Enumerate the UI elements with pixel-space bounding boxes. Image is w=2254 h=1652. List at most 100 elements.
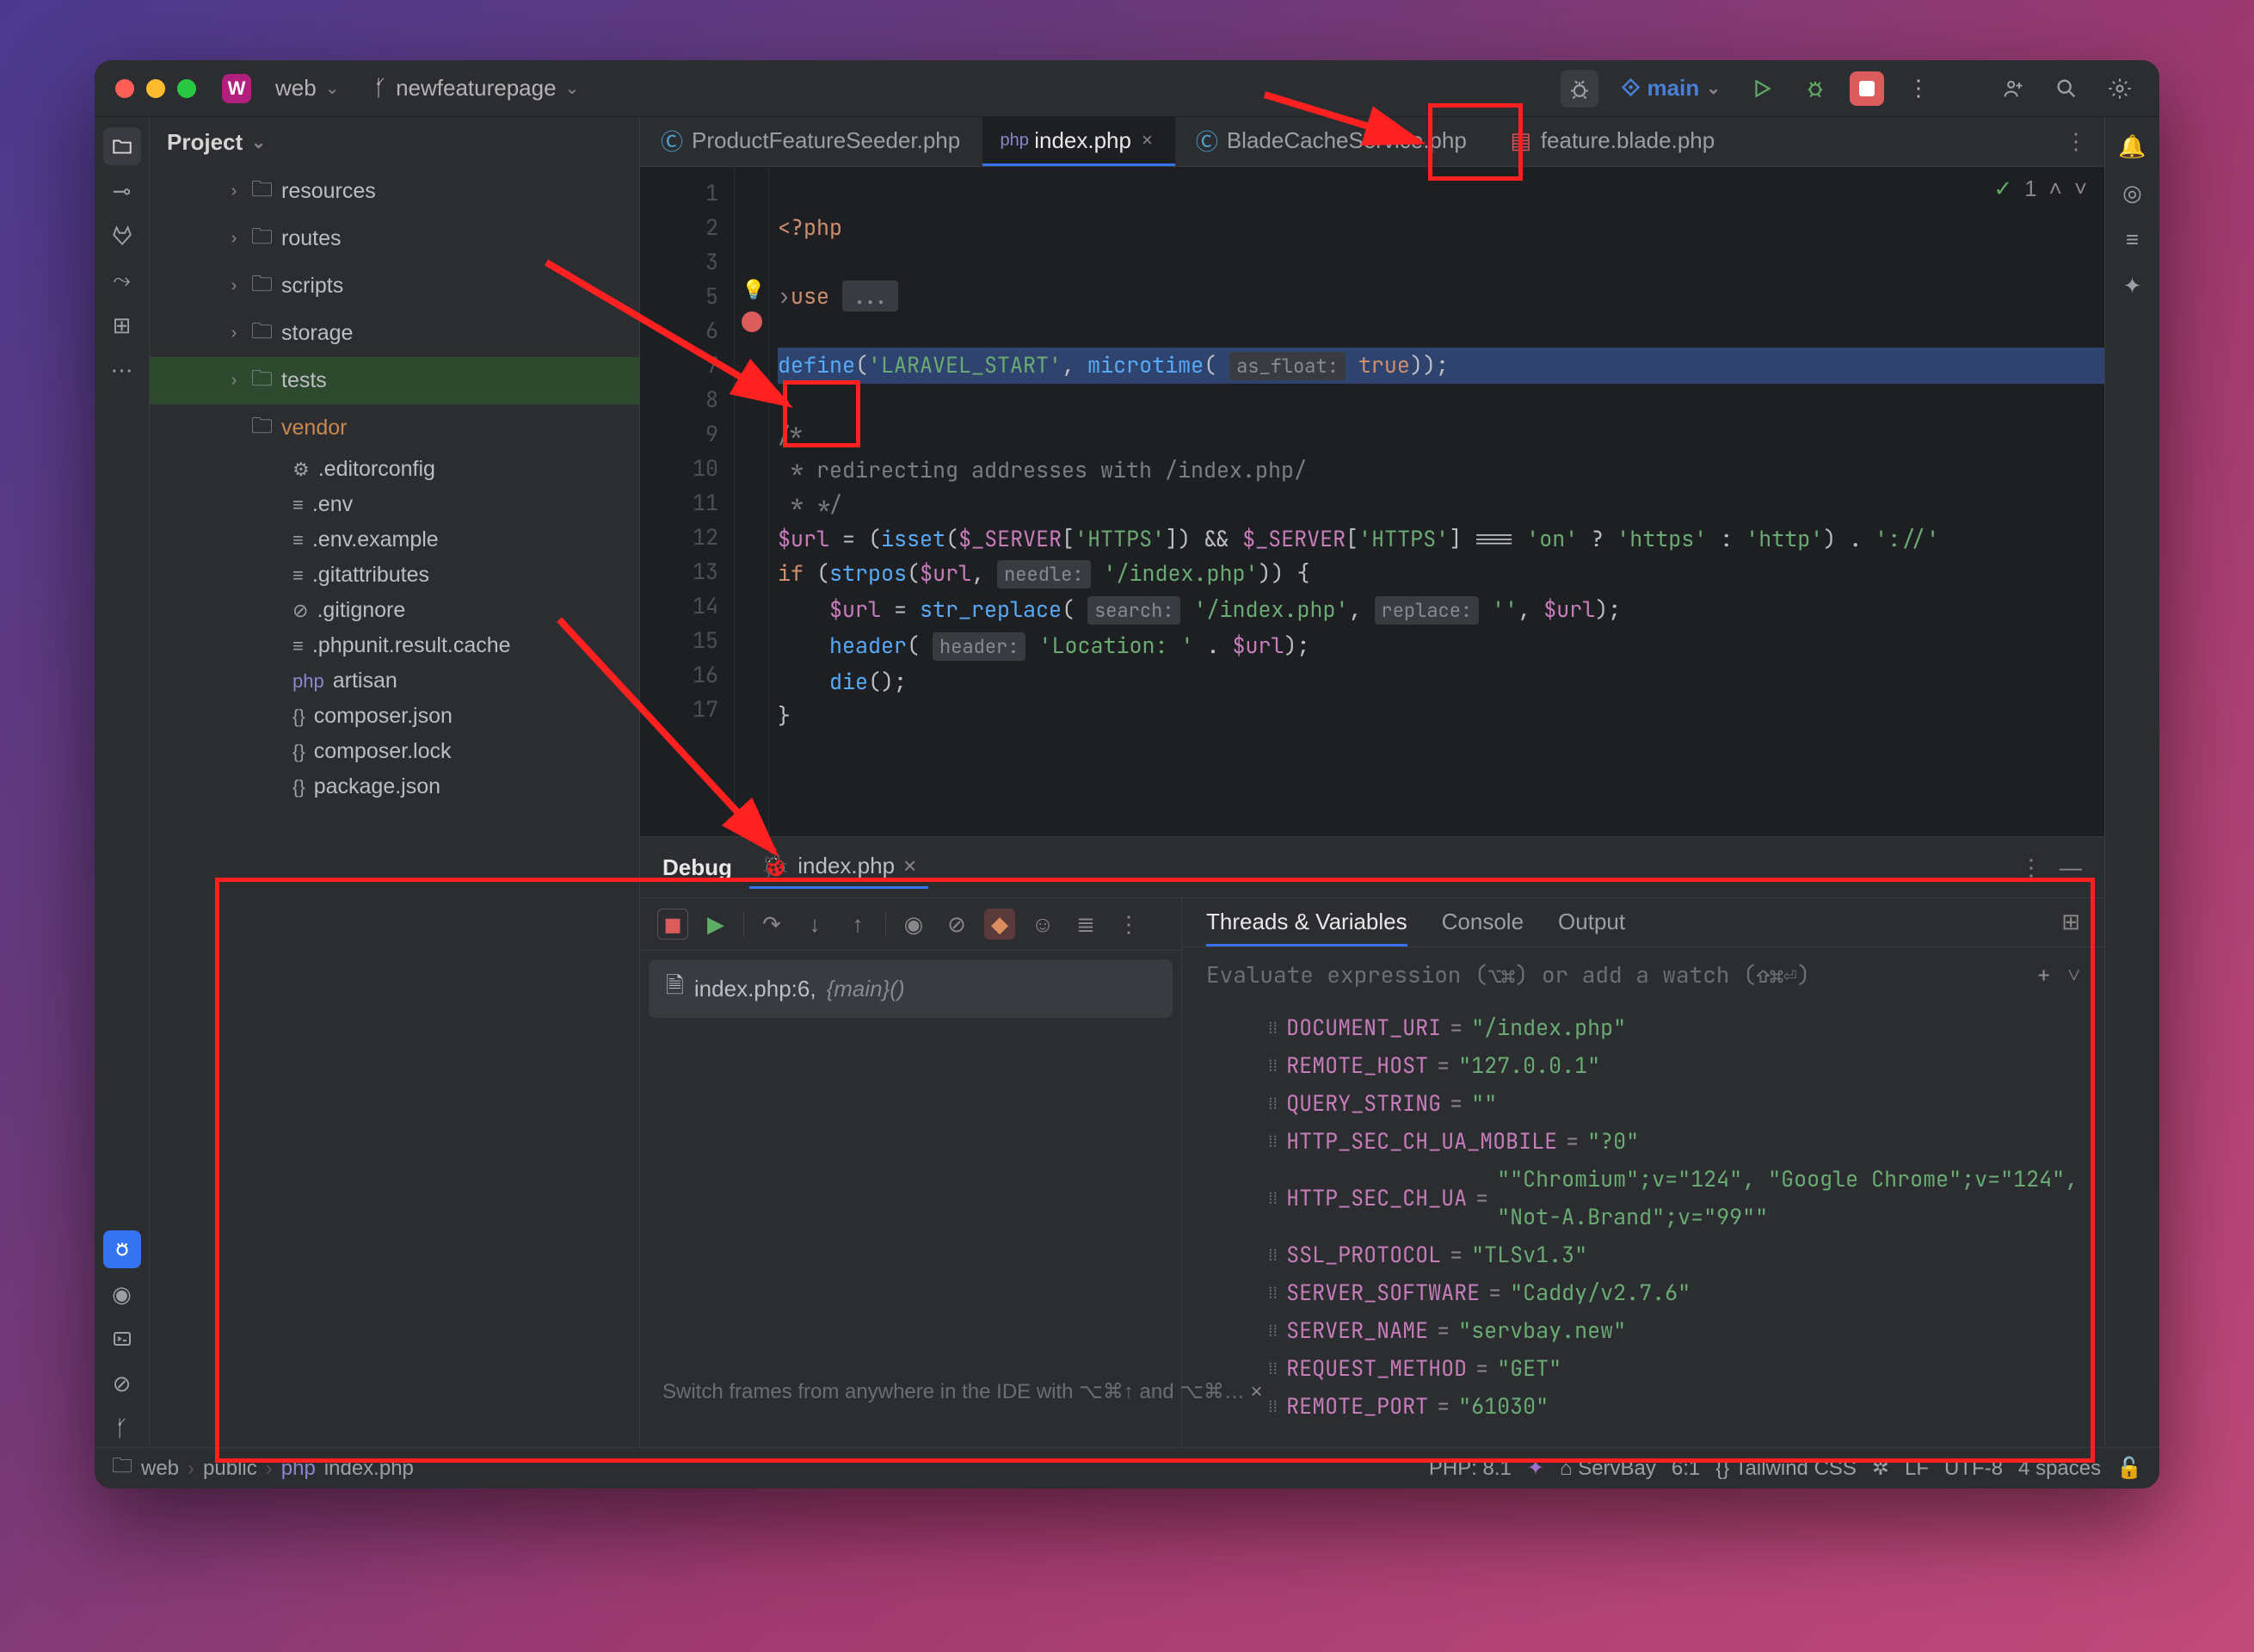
indent[interactable]: 4 spaces bbox=[2018, 1457, 2101, 1481]
add-watch-icon[interactable]: + bbox=[2037, 959, 2051, 989]
evaluate-expression-input[interactable]: Evaluate expression (⌥⌘) or add a watch … bbox=[1182, 947, 2104, 1002]
terminal-tool-icon[interactable] bbox=[103, 1320, 141, 1358]
variable-row[interactable]: ⁞⁞ DOCUMENT_URI = "/index.php" bbox=[1268, 1008, 2080, 1046]
tree-item[interactable]: ›🗀tests bbox=[150, 357, 639, 404]
project-badge[interactable]: W bbox=[222, 74, 251, 103]
debug-session-tab[interactable]: 🐞 index.php × bbox=[749, 846, 928, 889]
tree-item[interactable]: {}composer.lock bbox=[150, 734, 639, 769]
tree-item[interactable]: {}composer.json bbox=[150, 699, 639, 734]
debug-button[interactable] bbox=[1796, 70, 1834, 108]
settings-icon[interactable] bbox=[2101, 70, 2139, 108]
debug-tool-icon[interactable] bbox=[103, 1230, 141, 1268]
line-gutter[interactable]: 123567891011121314151617 bbox=[640, 167, 735, 836]
vcs-tool-icon[interactable]: ᚶ bbox=[103, 1409, 141, 1447]
view-breakpoints-icon[interactable]: ◉ bbox=[898, 909, 929, 940]
more-tools-icon[interactable]: ⋯ bbox=[103, 351, 141, 389]
tree-item[interactable]: ≡.gitattributes bbox=[150, 558, 639, 593]
commit-tool-icon[interactable]: ⊸ bbox=[103, 172, 141, 210]
editor-inspection-widget[interactable]: ✓1 ˄ ˅ bbox=[1993, 176, 2087, 202]
intention-bulb-icon[interactable]: 💡 bbox=[742, 279, 765, 301]
project-sidebar-header[interactable]: Project ⌄ bbox=[150, 117, 639, 168]
tree-item[interactable]: ›🗀routes bbox=[150, 215, 639, 262]
gitlab-tool-icon[interactable] bbox=[103, 217, 141, 255]
problems-tool-icon[interactable]: ⊘ bbox=[103, 1365, 141, 1402]
variable-row[interactable]: ⁞⁞ SERVER_SOFTWARE = "Caddy/v2.7.6" bbox=[1268, 1273, 2080, 1311]
ai-status-icon[interactable]: ✦ bbox=[1527, 1456, 1544, 1481]
tree-item[interactable]: ⚙.editorconfig bbox=[150, 452, 639, 487]
structure-tool-icon[interactable]: ⊞ bbox=[103, 306, 141, 344]
window-controls[interactable] bbox=[115, 79, 196, 98]
tree-item[interactable]: {}package.json bbox=[150, 769, 639, 804]
services-tool-icon[interactable]: ◉ bbox=[103, 1275, 141, 1313]
tree-item[interactable]: ›🗀resources bbox=[150, 168, 639, 215]
vcs-widget[interactable]: ⟐main⌄ bbox=[1614, 70, 1727, 108]
php-version[interactable]: PHP: 8.1 bbox=[1429, 1457, 1512, 1481]
watches-icon[interactable]: ☺ bbox=[1027, 909, 1058, 940]
variable-row[interactable]: ⁞⁞ SSL_PROTOCOL = "TLSv1.3" bbox=[1268, 1236, 2080, 1273]
variable-row[interactable]: ⁞⁞ SERVER_NAME = "servbay.new" bbox=[1268, 1311, 2080, 1349]
tree-item[interactable]: ⊘.gitignore bbox=[150, 593, 639, 628]
notifications-icon[interactable]: 🔔 bbox=[2114, 127, 2152, 165]
tree-item[interactable]: ≡.env.example bbox=[150, 522, 639, 558]
variable-row[interactable]: ⁞⁞ HTTP_SEC_CH_UA = ""Chromium";v="124",… bbox=[1268, 1160, 2080, 1236]
tree-item[interactable]: ›🗀scripts bbox=[150, 262, 639, 310]
more-run-icon[interactable]: ⋮ bbox=[1900, 70, 1937, 108]
variable-row[interactable]: ⁞⁞ HTTP_SEC_CH_UA_MOBILE = "?0" bbox=[1268, 1122, 2080, 1160]
variable-row[interactable]: ⁞⁞ REMOTE_HOST = "127.0.0.1" bbox=[1268, 1046, 2080, 1084]
stack-frame[interactable]: 🗎 index.php:6, {main}() bbox=[649, 959, 1173, 1018]
tree-item[interactable]: ≡.env bbox=[150, 487, 639, 522]
breakpoint-icon[interactable] bbox=[742, 311, 762, 332]
stop-debug-icon[interactable]: ◼ bbox=[657, 909, 688, 940]
mute-breakpoints-icon[interactable]: ⊘ bbox=[941, 909, 972, 940]
output-tab[interactable]: Output bbox=[1558, 909, 1625, 936]
console-tab[interactable]: Console bbox=[1442, 909, 1524, 936]
ai-assistant-icon[interactable]: ◎ bbox=[2114, 174, 2152, 212]
tailwind-status[interactable]: {} Tailwind CSS bbox=[1715, 1457, 1857, 1481]
encoding[interactable]: UTF-8 bbox=[1944, 1457, 2003, 1481]
server-status[interactable]: ⌂ ServBay bbox=[1560, 1457, 1656, 1481]
tree-item[interactable]: phpartisan bbox=[150, 663, 639, 699]
minimize-icon[interactable]: — bbox=[2060, 854, 2082, 881]
editor-tab[interactable]: ▤feature.blade.php bbox=[1489, 117, 1737, 166]
close-icon[interactable]: × bbox=[903, 853, 916, 879]
variable-row[interactable]: ⁞⁞ QUERY_STRING = "" bbox=[1268, 1084, 2080, 1122]
minimize-window-icon[interactable] bbox=[146, 79, 165, 98]
code-with-me-icon[interactable] bbox=[1994, 70, 2032, 108]
readonly-icon[interactable]: 🔓 bbox=[2116, 1456, 2142, 1481]
branch-selector[interactable]: ᚶ newfeaturepage ⌄ bbox=[363, 70, 589, 107]
close-window-icon[interactable] bbox=[115, 79, 134, 98]
search-icon[interactable] bbox=[2048, 70, 2085, 108]
layout-icon[interactable]: ⊞ bbox=[2061, 909, 2080, 936]
code-editor[interactable]: <?php ›use ... define('LARAVEL_START', m… bbox=[769, 167, 2104, 836]
pull-requests-icon[interactable]: ⤳ bbox=[103, 262, 141, 299]
variable-row[interactable]: ⁞⁞ REMOTE_PORT = "61030" bbox=[1268, 1387, 2080, 1425]
project-tool-icon[interactable] bbox=[103, 127, 141, 165]
stop-button[interactable] bbox=[1850, 71, 1884, 106]
step-out-icon[interactable]: ↑ bbox=[842, 909, 873, 940]
editor-tab[interactable]: phpindex.php× bbox=[982, 117, 1175, 166]
evaluate-icon[interactable]: ◆ bbox=[984, 909, 1015, 940]
more-icon[interactable]: ⋮ bbox=[2020, 854, 2042, 881]
tree-item[interactable]: 🗀vendor bbox=[150, 404, 639, 452]
chevron-down-icon[interactable]: ˅ bbox=[2067, 959, 2080, 989]
resume-icon[interactable]: ▶ bbox=[700, 909, 731, 940]
copilot-icon[interactable]: ✦ bbox=[2114, 267, 2152, 305]
editor-tab[interactable]: ⒸProductFeatureSeeder.php bbox=[640, 117, 982, 166]
variables-list[interactable]: ⁞⁞ DOCUMENT_URI = "/index.php"⁞⁞ REMOTE_… bbox=[1182, 1002, 2104, 1447]
editor-tab[interactable]: ⒸBladeCacheService.php bbox=[1175, 117, 1489, 166]
cursor-position[interactable]: 6:1 bbox=[1672, 1457, 1700, 1481]
chevron-up-icon[interactable]: ˄ bbox=[2049, 176, 2062, 202]
step-over-icon[interactable]: ↷ bbox=[756, 909, 787, 940]
prettier-icon[interactable]: ✲ bbox=[1872, 1456, 1889, 1481]
breakpoint-gutter[interactable]: 💡 bbox=[735, 167, 769, 836]
step-into-icon[interactable]: ↓ bbox=[799, 909, 830, 940]
debug-listen-button[interactable] bbox=[1561, 70, 1598, 108]
variable-row[interactable]: ⁞⁞ REQUEST_METHOD = "GET" bbox=[1268, 1349, 2080, 1387]
maximize-window-icon[interactable] bbox=[177, 79, 196, 98]
chevron-down-icon[interactable]: ˅ bbox=[2074, 176, 2087, 202]
tree-item[interactable]: ›🗀storage bbox=[150, 310, 639, 357]
database-icon[interactable]: ≡ bbox=[2114, 220, 2152, 258]
run-button[interactable] bbox=[1743, 70, 1781, 108]
project-tree[interactable]: ›🗀resources›🗀routes›🗀scripts›🗀storage›🗀t… bbox=[150, 168, 639, 1447]
tabs-more-icon[interactable]: ⋮ bbox=[2048, 117, 2104, 166]
